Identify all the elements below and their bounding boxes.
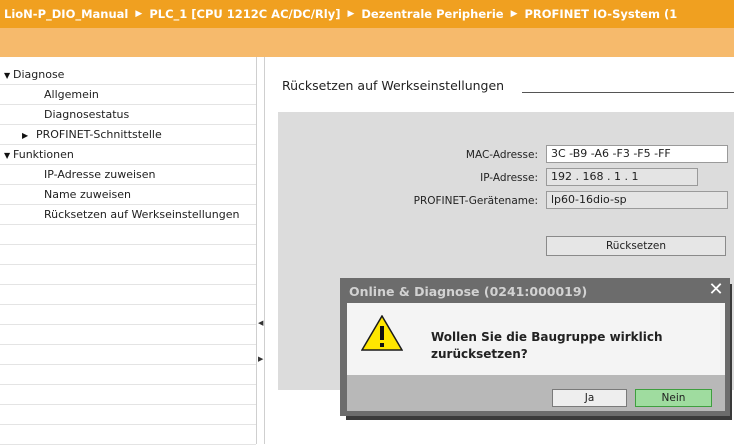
tree-empty-row	[0, 405, 256, 425]
tree-item-label: Funktionen	[13, 148, 74, 161]
breadcrumb-separator-icon: ▶	[510, 9, 518, 19]
tree-item-diagnosestatus[interactable]: Diagnosestatus	[0, 105, 256, 125]
tree-item-label: Diagnosestatus	[44, 108, 130, 121]
tree-item-label: Diagnose	[13, 68, 65, 81]
tree-item-name-zuweisen[interactable]: Name zuweisen	[0, 185, 256, 205]
no-button[interactable]: Nein	[635, 389, 712, 407]
mac-address-label: MAC-Adresse:	[465, 149, 538, 161]
collapsed-arrow-icon[interactable]: ▶	[22, 126, 31, 145]
breadcrumb-item-profinet-system[interactable]: PROFINET IO-System (1	[525, 7, 678, 21]
section-divider	[522, 92, 734, 93]
tree-item-ip-adresse-zuweisen[interactable]: IP-Adresse zuweisen	[0, 165, 256, 185]
breadcrumb-separator-icon: ▶	[135, 9, 143, 19]
tree-empty-row	[0, 345, 256, 365]
window-edge	[734, 0, 740, 57]
close-icon[interactable]: ✕	[704, 280, 728, 300]
ip-address-field: 192 . 168 . 1 . 1	[546, 168, 698, 186]
reset-button[interactable]: Rücksetzen	[546, 236, 726, 256]
tree-empty-row	[0, 305, 256, 325]
breadcrumb-item-project[interactable]: LioN-P_DIO_Manual	[4, 7, 128, 21]
tree-item-label: IP-Adresse zuweisen	[44, 168, 156, 181]
breadcrumb: LioN-P_DIO_Manual ▶ PLC_1 [CPU 1212C AC/…	[0, 0, 740, 28]
tree-item-label: PROFINET-Schnittstelle	[36, 128, 162, 141]
tree-empty-row	[0, 225, 256, 245]
mac-address-field: 3C -B9 -A6 -F3 -F5 -FF	[546, 145, 728, 163]
tree-empty-row	[0, 285, 256, 305]
dialog-message: Wollen Sie die Baugruppe wirklich zurück…	[431, 330, 663, 361]
tree-item-funktionen[interactable]: ▼ Funktionen	[0, 145, 256, 165]
tree-empty-row	[0, 385, 256, 405]
expand-right-icon[interactable]: ▶	[258, 355, 263, 363]
toolbar-strip	[0, 28, 740, 57]
dialog-title: Online & Diagnose (0241:000019)	[349, 284, 588, 299]
collapse-left-icon[interactable]: ◀	[258, 319, 263, 327]
yes-button[interactable]: Ja	[552, 389, 627, 407]
breadcrumb-item-peripherie[interactable]: Dezentrale Peripherie	[361, 7, 503, 21]
section-title: Rücksetzen auf Werkseinstellungen	[282, 78, 505, 93]
tree-empty-row	[0, 245, 256, 265]
expand-arrow-icon[interactable]: ▼	[4, 66, 13, 85]
navigation-tree: ▼ Diagnose Allgemein Diagnosestatus ▶ PROF…	[0, 57, 256, 445]
expand-arrow-icon[interactable]: ▼	[4, 146, 13, 165]
panel-splitter[interactable]: ◀ ▶	[256, 57, 265, 444]
tree-item-ruecksetzen[interactable]: Rücksetzen auf Werkseinstellungen	[0, 205, 256, 225]
tree-empty-row	[0, 365, 256, 385]
tree-item-label: Name zuweisen	[44, 188, 131, 201]
ip-address-label: IP-Adresse:	[480, 172, 538, 184]
tree-item-label: Allgemein	[44, 88, 99, 101]
tree-item-allgemein[interactable]: Allgemein	[0, 85, 256, 105]
profinet-name-label: PROFINET-Gerätename:	[413, 195, 538, 207]
profinet-name-field: lp60-16dio-sp	[546, 191, 728, 209]
tree-empty-row	[0, 265, 256, 285]
tree-item-profinet-schnittstelle[interactable]: ▶ PROFINET-Schnittstelle	[0, 125, 256, 145]
tree-item-label: Rücksetzen auf Werkseinstellungen	[44, 208, 240, 221]
warning-icon	[361, 315, 403, 351]
tree-empty-row	[0, 425, 256, 445]
tree-item-diagnose[interactable]: ▼ Diagnose	[0, 65, 256, 85]
breadcrumb-item-plc[interactable]: PLC_1 [CPU 1212C AC/DC/Rly]	[149, 7, 340, 21]
breadcrumb-separator-icon: ▶	[347, 9, 355, 19]
tree-empty-row	[0, 325, 256, 345]
